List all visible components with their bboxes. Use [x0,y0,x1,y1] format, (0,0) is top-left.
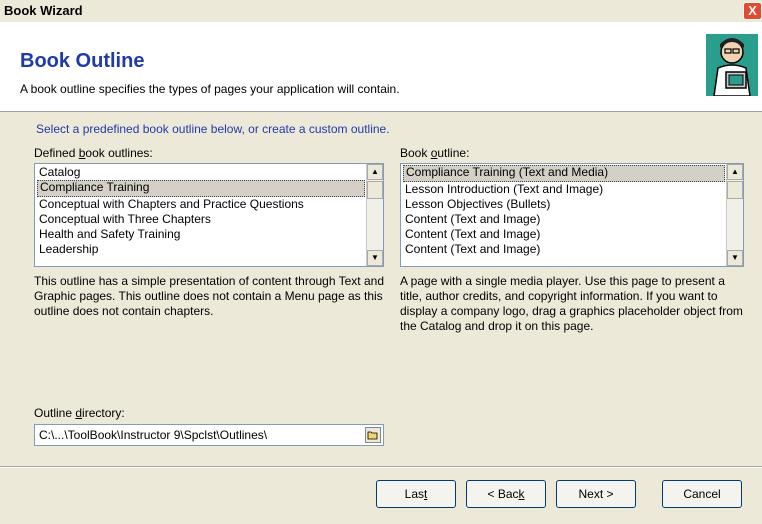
page-title: Book Outline [20,50,145,72]
scroll-down-icon[interactable]: ▼ [727,250,743,266]
list-item[interactable]: Conceptual with Three Chapters [37,212,365,227]
list-item[interactable]: Content (Text and Image) [403,227,725,242]
wizard-header: Book Outline A book outline specifies th… [0,22,762,112]
list-item[interactable]: Conceptual with Chapters and Practice Qu… [37,197,365,212]
wizard-mascot-icon [706,34,758,96]
window-title: Book Wizard [4,3,83,18]
scroll-thumb[interactable] [367,181,383,199]
list-item-selected[interactable]: Compliance Training [37,180,365,197]
list-item[interactable]: Catalog [37,165,365,180]
browse-folder-icon[interactable] [365,427,381,443]
close-icon: X [748,3,757,18]
defined-outlines-label: Defined book outlines: [34,146,153,160]
footer-separator [0,466,762,468]
vertical-scrollbar[interactable]: ▲ ▼ [366,164,383,266]
list-item[interactable]: Lesson Introduction (Text and Image) [403,182,725,197]
list-item[interactable]: Content (Text and Image) [403,212,725,227]
scroll-thumb[interactable] [727,181,743,199]
instruction-text: Select a predefined book outline below, … [36,122,390,136]
outline-directory-field[interactable]: C:\...\ToolBook\Instructor 9\Spclst\Outl… [34,424,384,446]
cancel-button[interactable]: Cancel [662,480,742,508]
scroll-up-icon[interactable]: ▲ [367,164,383,180]
last-button[interactable]: Last [376,480,456,508]
defined-outline-description: This outline has a simple presentation o… [34,274,384,318]
list-item[interactable]: Health and Safety Training [37,227,365,242]
title-bar: Book Wizard X [0,0,762,22]
list-item-selected[interactable]: Compliance Training (Text and Media) [403,165,725,182]
back-button[interactable]: < Back [466,480,546,508]
list-item[interactable]: Lesson Objectives (Bullets) [403,197,725,212]
scroll-down-icon[interactable]: ▼ [367,250,383,266]
outline-directory-label: Outline directory: [34,406,125,420]
vertical-scrollbar[interactable]: ▲ ▼ [726,164,743,266]
book-outline-list[interactable]: Compliance Training (Text and Media) Les… [400,163,744,267]
list-item[interactable]: Content (Text and Image) [403,242,725,257]
scroll-up-icon[interactable]: ▲ [727,164,743,180]
list-item[interactable]: Leadership [37,242,365,257]
close-button[interactable]: X [743,2,762,20]
page-subtitle: A book outline specifies the types of pa… [20,82,400,96]
defined-outlines-list[interactable]: Catalog Compliance Training Conceptual w… [34,163,384,267]
next-button[interactable]: Next > [556,480,636,508]
book-outline-label: Book outline: [400,146,470,160]
outline-directory-value: C:\...\ToolBook\Instructor 9\Spclst\Outl… [39,428,268,442]
book-outline-description: A page with a single media player. Use t… [400,274,743,333]
